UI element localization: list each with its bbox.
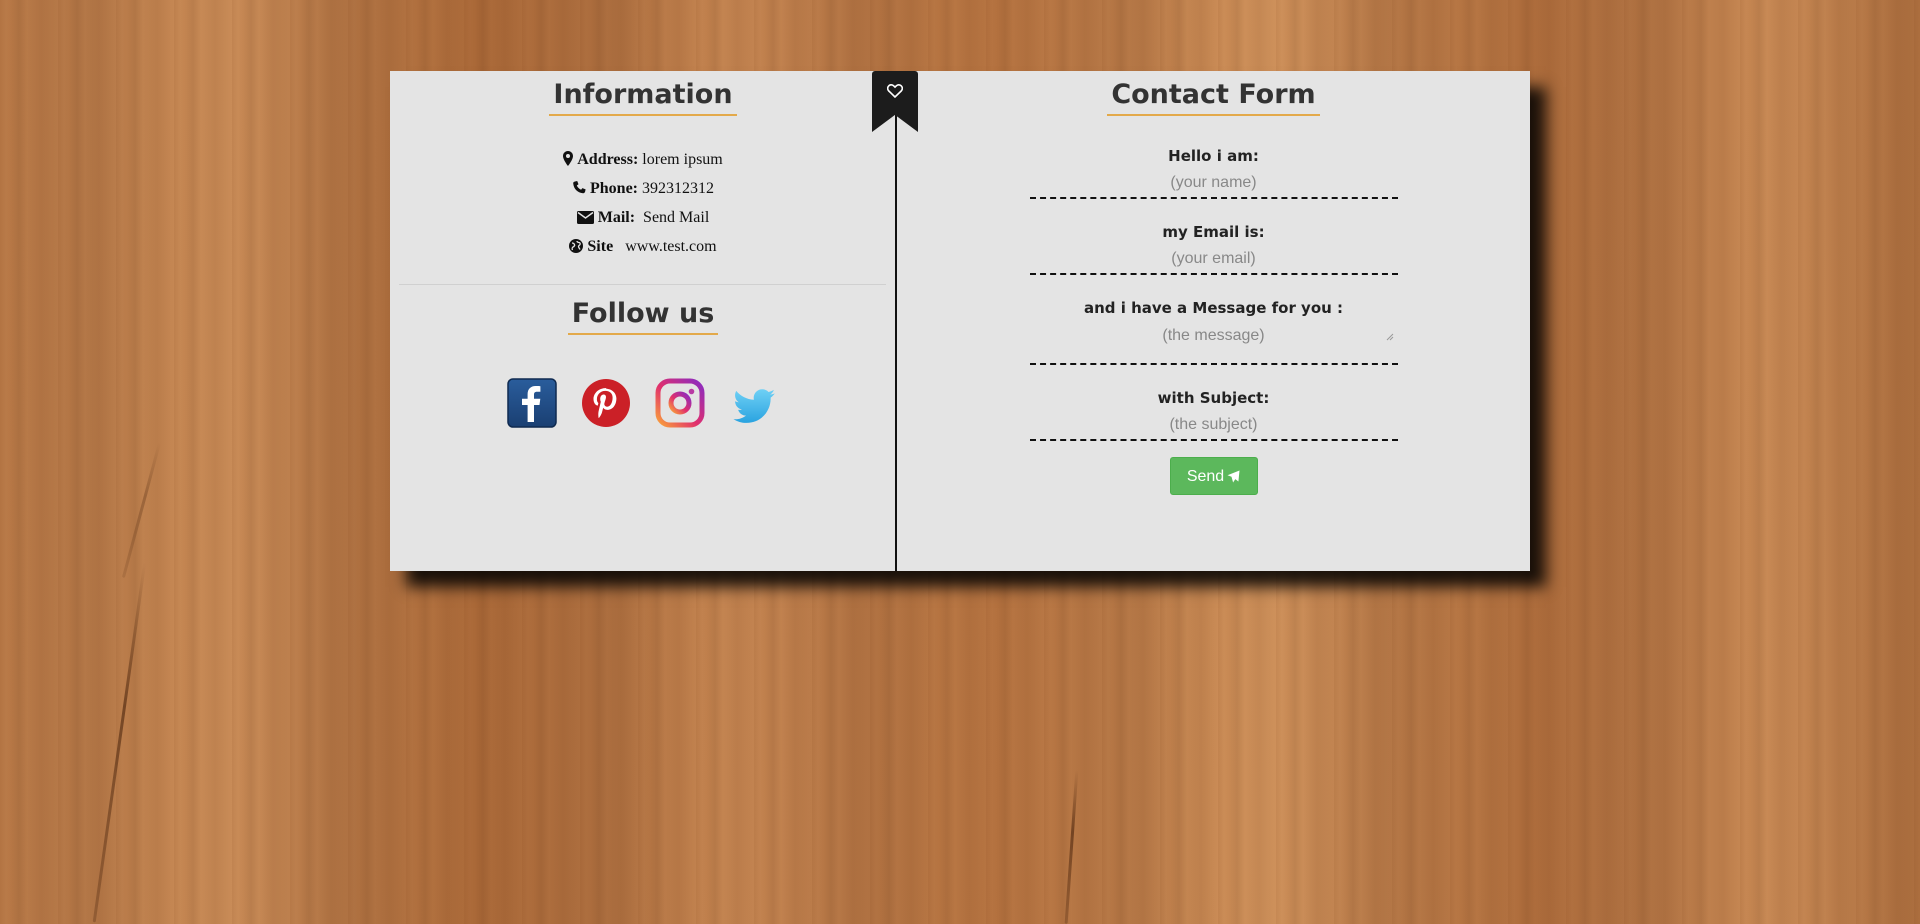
subject-label: with Subject:: [1157, 389, 1270, 407]
site-link[interactable]: www.test.com: [625, 238, 716, 255]
social-links: [390, 378, 896, 428]
map-marker-icon: [563, 147, 574, 176]
contact-form-panel: Contact Form Hello i am: my Email is: an…: [897, 71, 1530, 571]
instagram-icon[interactable]: [655, 378, 705, 428]
address-label: Address:: [577, 151, 639, 168]
site-row: Site www.test.com: [390, 232, 896, 261]
contact-form-title: Contact Form: [1107, 79, 1320, 116]
phone-value: 392312312: [642, 180, 714, 197]
contact-card: Information Address: lorem ipsum Phone: …: [390, 71, 1530, 571]
section-divider: [399, 284, 886, 285]
plane-icon: [1227, 470, 1240, 483]
follow-heading: Follow us: [390, 298, 896, 335]
name-field: Hello i am:: [1029, 143, 1398, 199]
information-title: Information: [549, 79, 737, 116]
message-textarea[interactable]: [1029, 321, 1398, 365]
subject-field: with Subject:: [1029, 385, 1398, 441]
resize-grip-icon[interactable]: [1386, 333, 1394, 341]
message-label: and i have a Message for you :: [1083, 299, 1344, 317]
name-input[interactable]: [1029, 169, 1398, 199]
wood-crack: [92, 561, 147, 923]
site-label: Site: [587, 238, 614, 255]
twitter-icon[interactable]: [729, 378, 779, 428]
information-heading: Information: [390, 79, 896, 116]
email-label: my Email is:: [1162, 223, 1265, 241]
facebook-icon[interactable]: [507, 378, 557, 428]
pinterest-icon[interactable]: [581, 378, 631, 428]
mail-row: Mail: Send Mail: [390, 203, 896, 232]
name-label: Hello i am:: [1168, 147, 1259, 165]
send-button[interactable]: Send: [1169, 457, 1258, 495]
wood-crack: [121, 441, 162, 579]
subject-input[interactable]: [1029, 411, 1398, 441]
message-wrapper: [1029, 321, 1398, 365]
email-field: my Email is:: [1029, 219, 1398, 275]
contact-form-heading: Contact Form: [897, 79, 1530, 116]
send-label: Send: [1186, 468, 1225, 485]
address-value: lorem ipsum: [642, 151, 723, 168]
mail-label: Mail:: [597, 209, 636, 226]
message-field: and i have a Message for you :: [1029, 295, 1398, 365]
phone-icon: [572, 176, 586, 205]
email-input[interactable]: [1029, 245, 1398, 275]
info-list: Address: lorem ipsum Phone: 392312312 Ma…: [390, 145, 896, 261]
contact-form: Hello i am: my Email is: and i have a Me…: [897, 143, 1530, 495]
follow-title: Follow us: [567, 298, 719, 335]
envelope-icon: [576, 205, 594, 234]
wood-crack: [1064, 770, 1079, 924]
mail-link[interactable]: Send Mail: [643, 209, 709, 226]
phone-label: Phone:: [590, 180, 638, 197]
information-panel: Information Address: lorem ipsum Phone: …: [390, 71, 896, 571]
address-row: Address: lorem ipsum: [390, 145, 896, 174]
globe-icon: [569, 234, 584, 263]
phone-row: Phone: 392312312: [390, 174, 896, 203]
